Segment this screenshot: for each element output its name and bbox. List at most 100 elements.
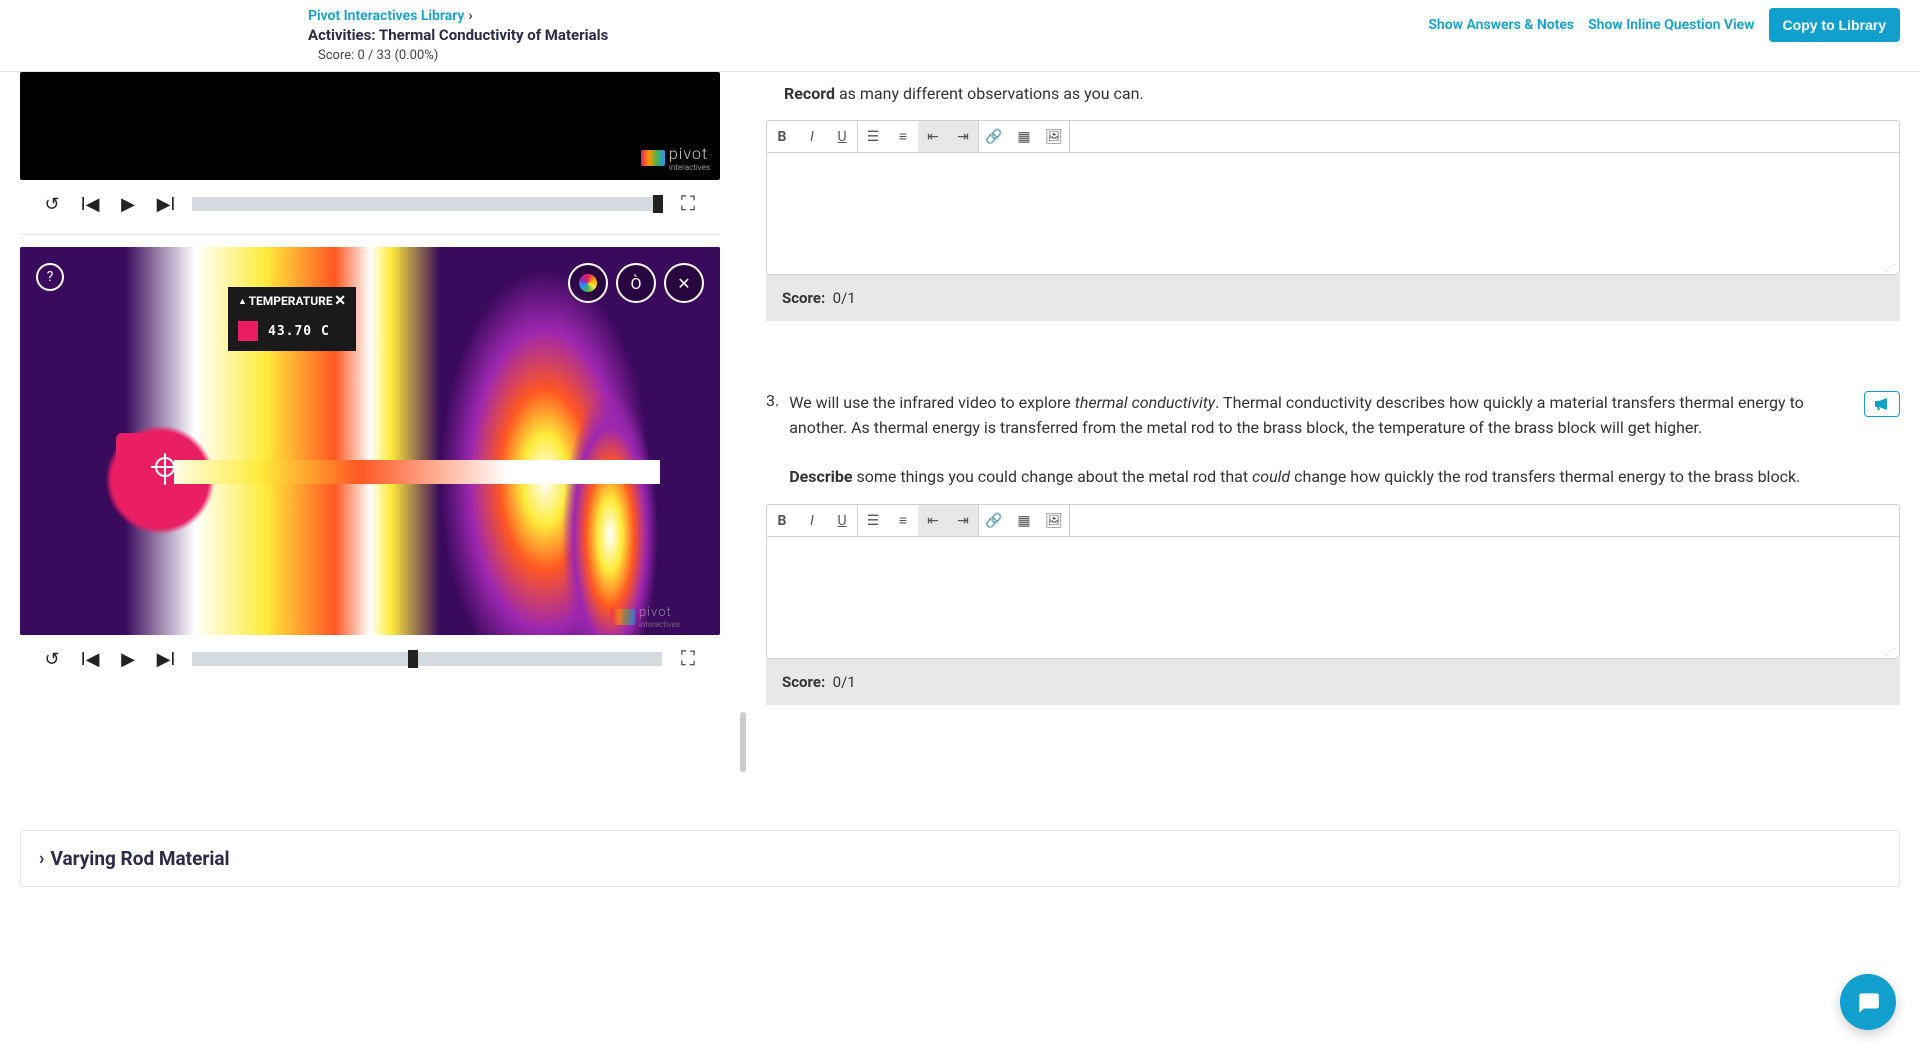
ul-button[interactable]: ≡: [888, 121, 918, 152]
chevron-right-icon: ›: [39, 848, 44, 869]
color-wheel-icon: [579, 274, 597, 292]
header-left: Pivot Interactives Library › Activities:…: [308, 8, 608, 63]
crosshair-icon[interactable]: [155, 457, 175, 477]
show-answers-link[interactable]: Show Answers & Notes: [1428, 17, 1574, 33]
pivot-logo: pivot interactives: [641, 144, 710, 172]
score-label: Score:: [782, 673, 825, 691]
q2-prompt: Record as many different observations as…: [766, 82, 1900, 106]
play-button[interactable]: ▶: [116, 192, 140, 216]
video-player-1[interactable]: pivot interactives: [20, 72, 720, 180]
chat-button[interactable]: [1840, 974, 1896, 1030]
close-tool-button[interactable]: ✕: [664, 263, 704, 303]
italic-button[interactable]: I: [797, 505, 827, 536]
logo-icon: [641, 150, 665, 166]
chat-icon: [1855, 989, 1881, 1015]
q3-score-bar: Score: 0/1: [766, 659, 1900, 705]
link-button[interactable]: 🔗: [979, 505, 1009, 536]
q2-textarea[interactable]: [767, 153, 1899, 263]
resize-handle[interactable]: ⋰: [767, 263, 1899, 274]
feedback-button[interactable]: [1864, 391, 1900, 417]
question-2: Record as many different observations as…: [766, 82, 1900, 321]
activity-title: Activities: Thermal Conductivity of Mate…: [308, 26, 608, 44]
q3-prompt: 3. We will use the infrared video to exp…: [766, 391, 1900, 490]
prev-frame-button[interactable]: I◀: [78, 647, 102, 671]
editor-toolbar: B I U ☰ ≡ ⇤ ⇥ 🔗 ▦ 🖼: [767, 121, 1899, 153]
scrollbar-track[interactable]: [740, 72, 746, 802]
help-button[interactable]: ?: [36, 263, 64, 291]
q3-number: 3.: [766, 391, 779, 410]
indent-button[interactable]: ⇥: [948, 121, 978, 152]
video-slider-1[interactable]: [192, 197, 662, 211]
timer-tool-button[interactable]: Ò: [616, 263, 656, 303]
q3-textarea[interactable]: [767, 537, 1899, 647]
q2-score-bar: Score: 0/1: [766, 275, 1900, 321]
breadcrumb[interactable]: Pivot Interactives Library ›: [308, 8, 608, 24]
score-value: 0/1: [833, 673, 856, 691]
q3-t3b: change how quickly the rod transfers the…: [1290, 467, 1800, 486]
table-button[interactable]: ▦: [1009, 121, 1039, 152]
q3-text: We will use the infrared video to explor…: [789, 391, 1854, 490]
restart-button[interactable]: ↺: [40, 192, 64, 216]
q3-ital2: could: [1252, 467, 1290, 486]
main-content: pivot interactives ↺ I◀ ▶ ▶I ⛶ ?: [0, 72, 1920, 802]
resize-handle[interactable]: ⋰: [767, 647, 1899, 658]
temp-panel-title: TEMPERATURE: [249, 294, 333, 308]
outdent-button[interactable]: ⇤: [918, 121, 948, 152]
table-button[interactable]: ▦: [1009, 505, 1039, 536]
header-right: Show Answers & Notes Show Inline Questio…: [1428, 8, 1900, 42]
next-frame-button[interactable]: ▶I: [154, 647, 178, 671]
editor-toolbar: B I U ☰ ≡ ⇤ ⇥ 🔗 ▦ 🖼: [767, 505, 1899, 537]
breadcrumb-link[interactable]: Pivot Interactives Library: [308, 8, 464, 24]
ul-button[interactable]: ≡: [888, 505, 918, 536]
underline-button[interactable]: U: [827, 505, 857, 536]
restart-button[interactable]: ↺: [40, 647, 64, 671]
logo-brand: pivot: [669, 144, 710, 163]
q2-bold: Record: [784, 84, 835, 103]
video-controls-1: ↺ I◀ ▶ ▶I ⛶: [20, 180, 720, 228]
slider-thumb-1[interactable]: [653, 195, 663, 213]
color-tool-button[interactable]: [568, 263, 608, 303]
italic-button[interactable]: I: [797, 121, 827, 152]
next-frame-button[interactable]: ▶I: [154, 192, 178, 216]
bold-button[interactable]: B: [767, 505, 797, 536]
score-label: Score:: [782, 289, 825, 307]
ol-button[interactable]: ☰: [858, 505, 888, 536]
spacer: [766, 341, 1900, 391]
scrollbar-thumb[interactable]: [740, 712, 746, 772]
slider-thumb-2[interactable]: [408, 650, 418, 668]
page-header: Pivot Interactives Library › Activities:…: [0, 0, 1920, 72]
ol-button[interactable]: ☰: [858, 121, 888, 152]
prev-frame-button[interactable]: I◀: [78, 192, 102, 216]
divider: [20, 234, 720, 235]
q3-ital: thermal conductivity: [1075, 393, 1215, 412]
score-header: Score: 0 / 33 (0.00%): [318, 48, 608, 63]
image-button[interactable]: 🖼: [1039, 121, 1069, 152]
temperature-panel[interactable]: ▲ TEMPERATURE ✕ 43.70 C: [228, 287, 356, 351]
logo-icon: [611, 609, 635, 625]
video-tools: Ò ✕: [568, 263, 704, 303]
q3-bold: Describe: [789, 467, 852, 486]
logo-sub: interactives: [639, 620, 680, 629]
video-player-2[interactable]: ? Ò ✕ ▲ TEMPERATURE ✕ 43.70 C: [20, 247, 720, 635]
q3-editor: B I U ☰ ≡ ⇤ ⇥ 🔗 ▦ 🖼: [766, 504, 1900, 659]
show-inline-link[interactable]: Show Inline Question View: [1588, 17, 1754, 33]
fullscreen-button[interactable]: ⛶: [676, 192, 700, 216]
underline-button[interactable]: U: [827, 121, 857, 152]
bold-button[interactable]: B: [767, 121, 797, 152]
copy-to-library-button[interactable]: Copy to Library: [1769, 8, 1900, 42]
outdent-button[interactable]: ⇤: [918, 505, 948, 536]
accordion-title: Varying Rod Material: [50, 847, 229, 870]
pivot-logo-2: pivot interactives: [611, 605, 680, 629]
image-button[interactable]: 🖼: [1039, 505, 1069, 536]
video-slider-2[interactable]: [192, 652, 662, 666]
accordion-varying-rod[interactable]: › Varying Rod Material: [20, 830, 1900, 887]
q2-editor: B I U ☰ ≡ ⇤ ⇥ 🔗 ▦ 🖼: [766, 120, 1900, 275]
indent-button[interactable]: ⇥: [948, 505, 978, 536]
score-value: 0 / 33 (0.00%): [358, 48, 439, 63]
close-icon[interactable]: ✕: [334, 293, 346, 309]
play-button[interactable]: ▶: [116, 647, 140, 671]
fullscreen-button[interactable]: ⛶: [676, 647, 700, 671]
link-button[interactable]: 🔗: [979, 121, 1009, 152]
collapse-icon[interactable]: ▲: [238, 296, 247, 307]
chevron-right-icon: ›: [468, 8, 472, 24]
